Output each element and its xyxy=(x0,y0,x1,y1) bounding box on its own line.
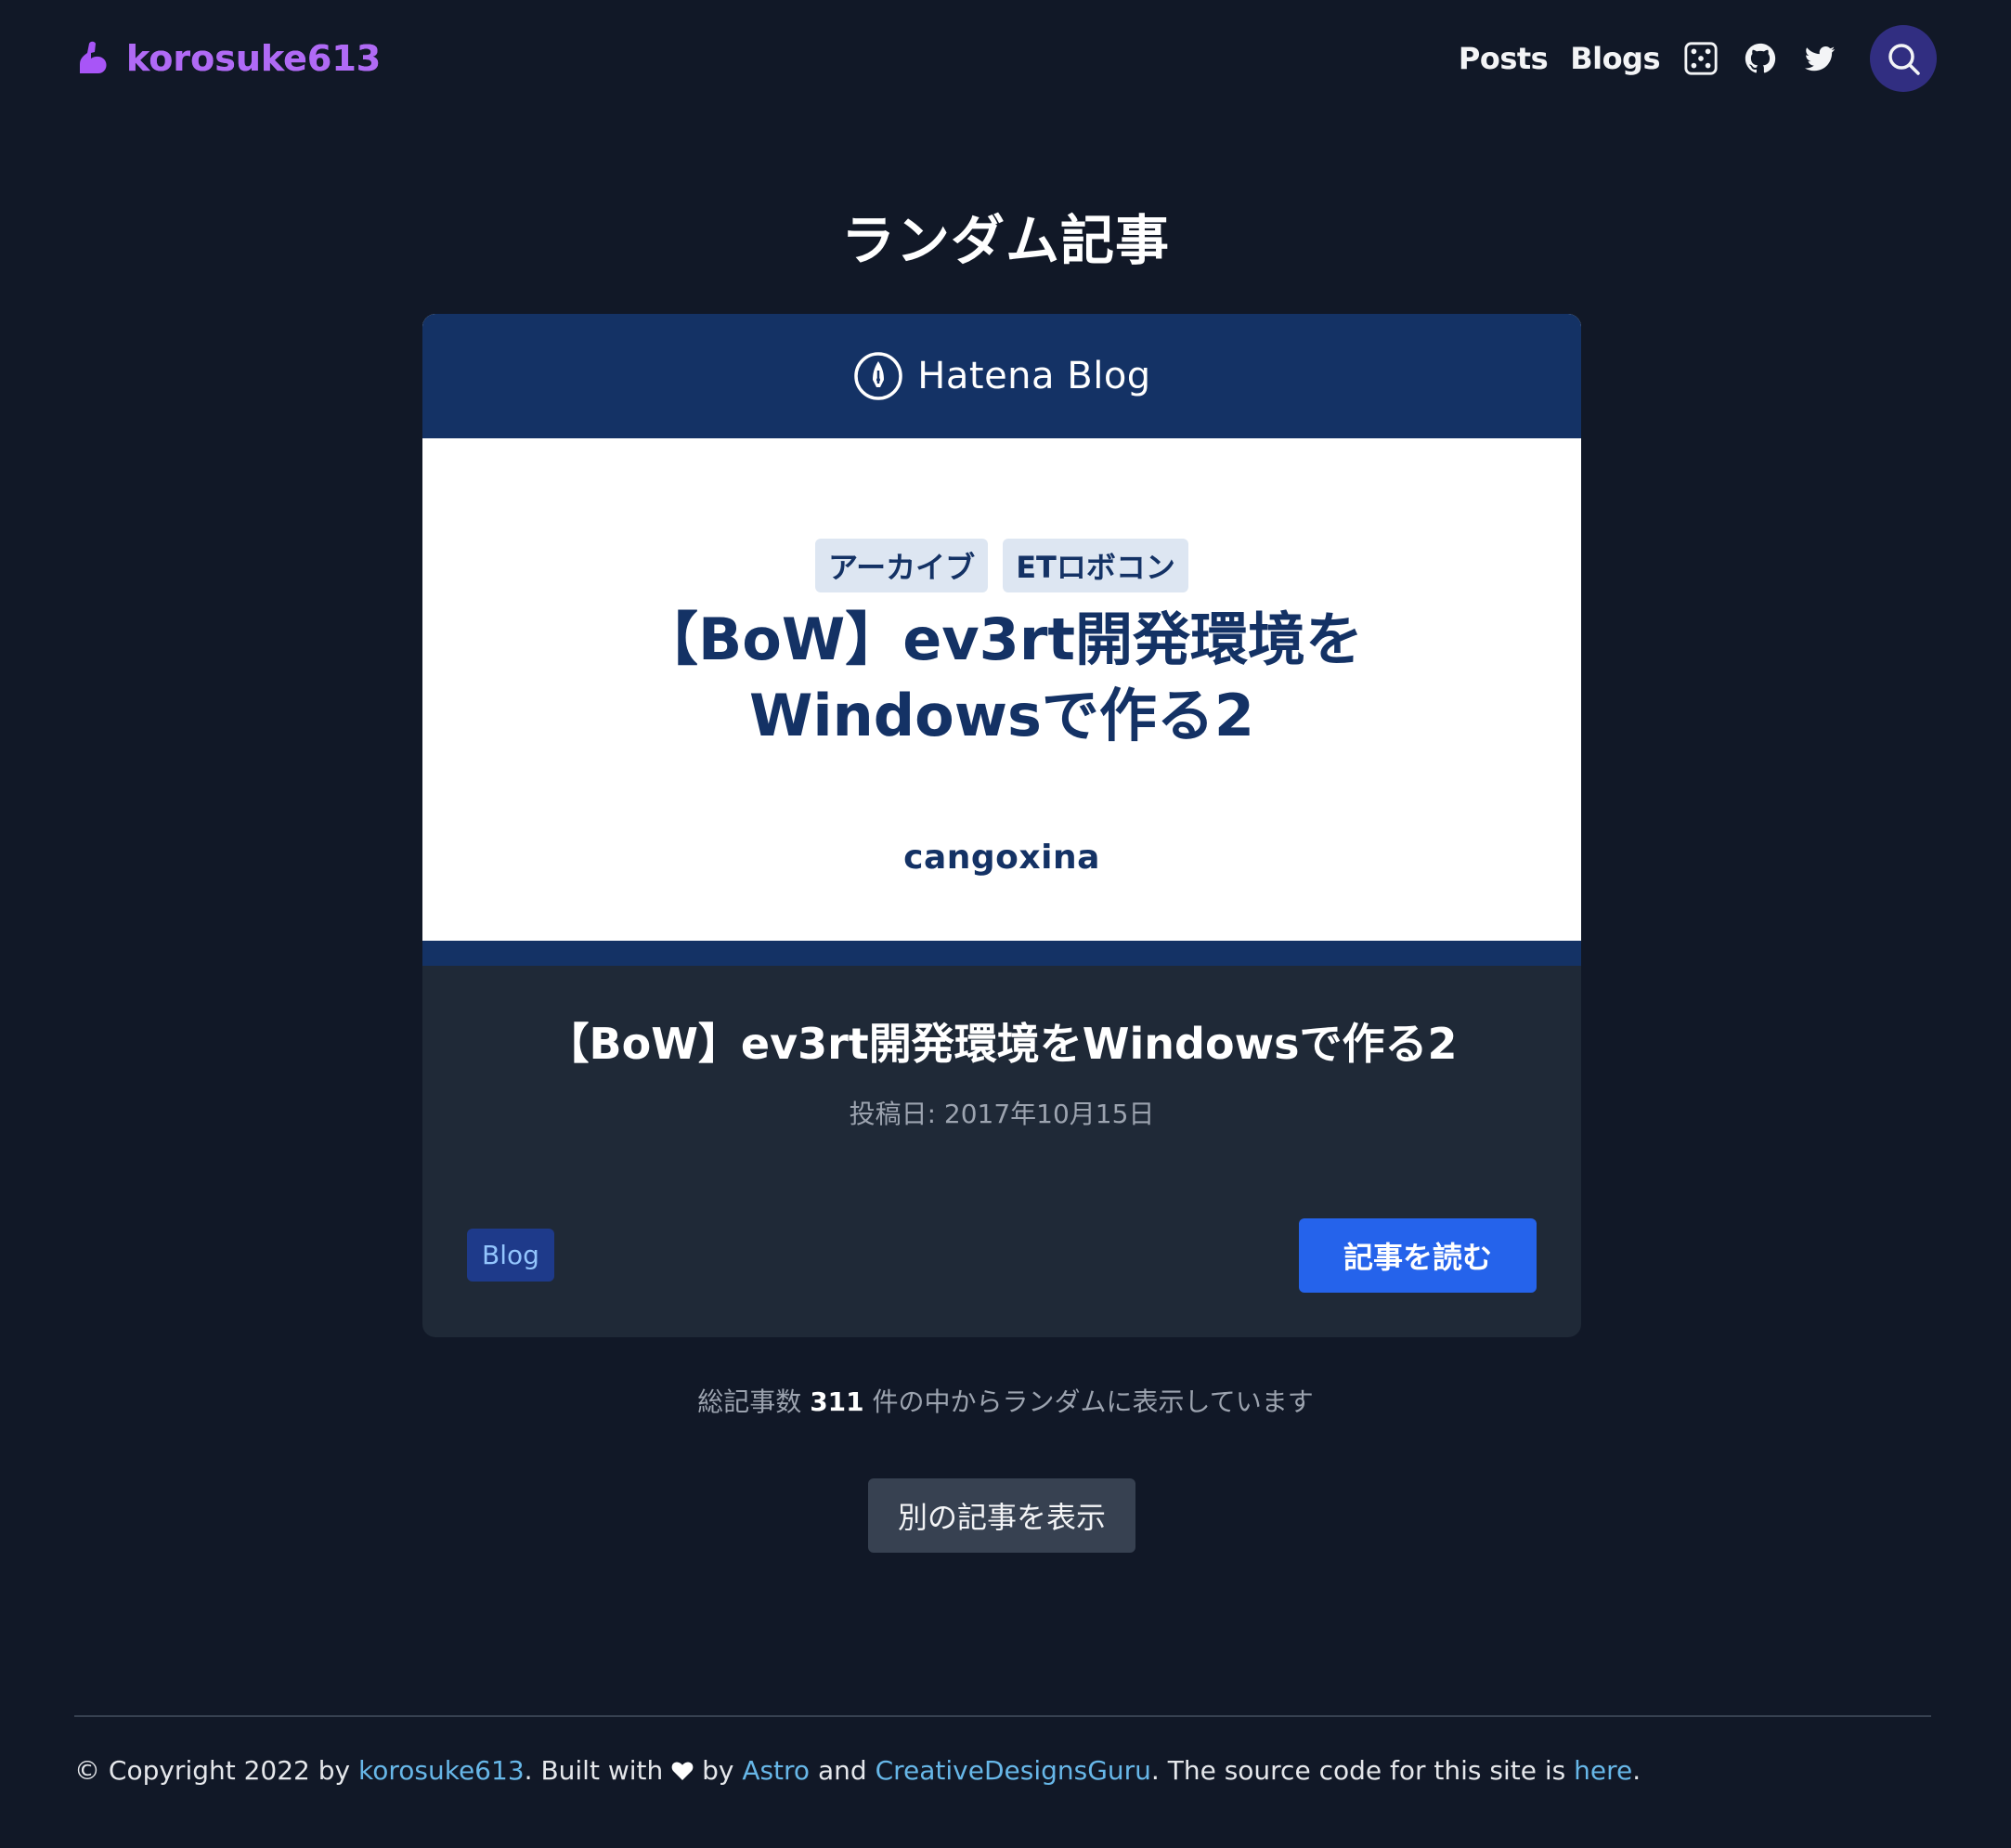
total-articles-note: 総記事数 311 件の中からランダムに表示しています xyxy=(0,1382,2011,1419)
thumbnail-bottom-bar xyxy=(422,941,1581,966)
footer-cdg-link[interactable]: CreativeDesignsGuru xyxy=(876,1755,1151,1786)
footer-and: and xyxy=(817,1755,867,1786)
site-header: korosuke613 Posts Blogs xyxy=(0,0,2011,116)
hatena-pen-icon xyxy=(854,352,903,400)
footer-here-link[interactable]: here xyxy=(1574,1755,1632,1786)
total-count: 311 xyxy=(810,1386,864,1417)
site-name: korosuke613 xyxy=(126,37,382,79)
footer-built-with: . Built with xyxy=(524,1755,664,1786)
top-nav: Posts Blogs xyxy=(1459,24,1937,92)
twitter-icon[interactable] xyxy=(1801,40,1838,77)
thumbnail-title-line: Windowsで作る2 xyxy=(748,682,1255,749)
github-icon[interactable] xyxy=(1742,40,1779,77)
nav-blogs-link[interactable]: Blogs xyxy=(1570,41,1660,76)
thumbnail-author: cangoxina xyxy=(903,839,1100,877)
page-title: ランダム記事 xyxy=(840,209,1170,272)
search-button[interactable] xyxy=(1870,24,1937,92)
article-card: Hatena Blog アーカイブ ETロボコン 【BoW】ev3rt開発環境を… xyxy=(422,314,1581,1337)
total-suffix: 件の中からランダムに表示しています xyxy=(872,1386,1314,1417)
footer-astro-link[interactable]: Astro xyxy=(742,1755,810,1786)
thumbnail-tags: アーカイブ ETロボコン xyxy=(422,539,1581,592)
footer-end: . xyxy=(1632,1755,1641,1786)
read-article-button[interactable]: 記事を読む xyxy=(1299,1218,1537,1293)
footer-author-link[interactable]: korosuke613 xyxy=(358,1755,525,1786)
nav-posts-link[interactable]: Posts xyxy=(1459,41,1549,76)
dice-icon[interactable] xyxy=(1682,40,1719,77)
category-badge: Blog xyxy=(467,1229,554,1282)
thumbnail-brand-bar: Hatena Blog xyxy=(422,314,1581,438)
footer-by: by xyxy=(702,1755,734,1786)
thumbnail-title: 【BoW】ev3rt開発環境を Windowsで作る2 xyxy=(515,602,1488,754)
thumbnail-tag: アーカイブ xyxy=(815,539,989,592)
footer: © Copyright 2022 by korosuke613. Built w… xyxy=(74,1755,1931,1786)
footer-divider xyxy=(74,1715,1931,1717)
footer-copyright: © Copyright 2022 by xyxy=(74,1755,351,1786)
article-thumbnail[interactable]: Hatena Blog アーカイブ ETロボコン 【BoW】ev3rt開発環境を… xyxy=(422,314,1581,966)
article-title[interactable]: 【BoW】ev3rt開発環境をWindowsで作る2 xyxy=(460,1010,1544,1072)
show-another-button[interactable]: 別の記事を表示 xyxy=(868,1478,1135,1553)
thumbnail-tag: ETロボコン xyxy=(1003,539,1188,592)
footer-source-text: . The source code for this site is xyxy=(1150,1755,1566,1786)
thumbnail-title-line: 【BoW】ev3rt開発環境を xyxy=(640,605,1364,673)
page: korosuke613 Posts Blogs ランダム記事 Hatena Bl… xyxy=(0,0,2011,1848)
site-logo[interactable]: korosuke613 xyxy=(74,38,381,79)
heart-icon xyxy=(671,1762,694,1780)
thumbnail-brand-name: Hatena Blog xyxy=(917,355,1151,397)
search-icon xyxy=(1888,43,1920,75)
total-prefix: 総記事数 xyxy=(697,1386,802,1417)
article-date: 投稿日: 2017年10月15日 xyxy=(849,1099,1155,1129)
muscle-arm-icon xyxy=(80,41,107,73)
